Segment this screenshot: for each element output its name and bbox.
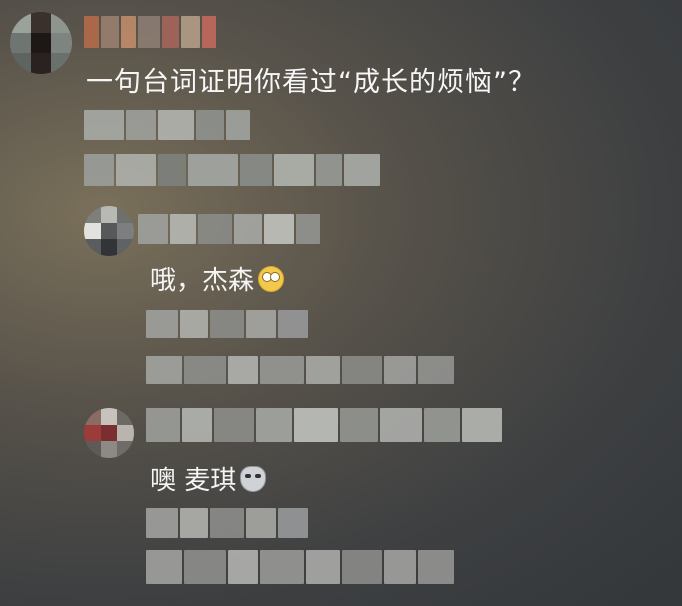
blurred-text-line — [146, 310, 312, 338]
post-text: 一句台词证明你看过“成长的烦恼”？ — [86, 67, 536, 98]
avatar[interactable] — [10, 12, 72, 74]
avatar[interactable] — [84, 408, 134, 458]
face-with-rolling-eyes-icon — [258, 265, 285, 292]
reply-label: 哦，杰森 — [150, 266, 255, 296]
blurred-text-line — [146, 550, 456, 584]
avatar[interactable] — [84, 206, 134, 256]
reply-text: 噢 麦琪 — [150, 460, 267, 497]
username-blurred[interactable] — [146, 408, 526, 442]
reply-text: 哦，杰森 — [150, 260, 285, 297]
blurred-text-line — [84, 110, 254, 140]
cat-face-icon — [240, 465, 267, 492]
blurred-text-line — [146, 356, 456, 384]
blurred-text-line — [146, 508, 312, 538]
username-blurred[interactable] — [138, 214, 324, 244]
username-blurred[interactable] — [84, 16, 217, 48]
blurred-text-line — [84, 154, 396, 186]
reply-label: 噢 麦琪 — [150, 466, 237, 496]
